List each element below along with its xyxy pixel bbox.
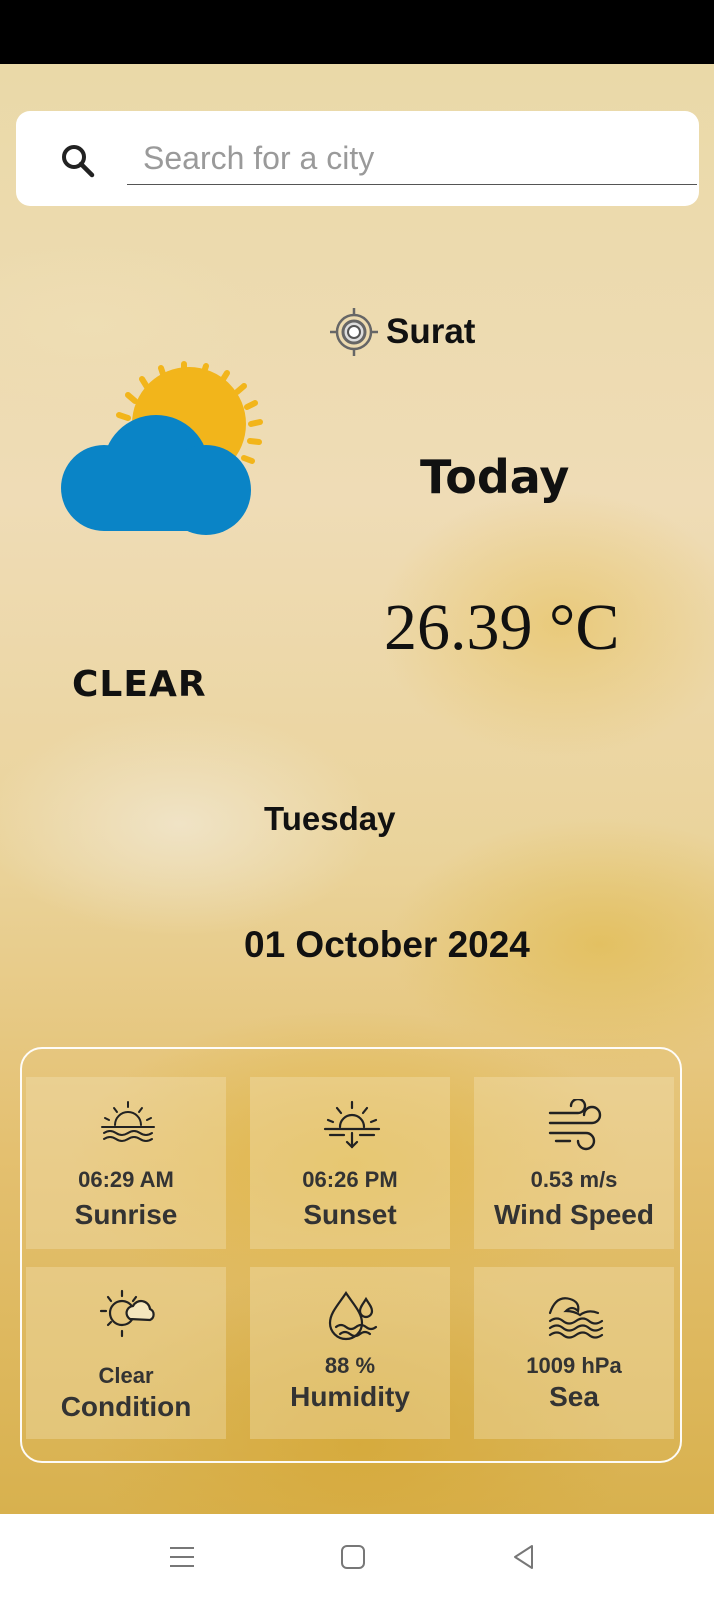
search-input[interactable] (127, 133, 697, 185)
day-of-week: Tuesday (264, 800, 396, 837)
sunrise-icon (101, 1101, 155, 1142)
current-date: 01 October 2024 (244, 924, 530, 965)
condition-text: CLEAR (72, 664, 207, 705)
sunset-value: 06:26 PM (302, 1167, 398, 1192)
wind-label: Wind Speed (494, 1199, 654, 1230)
condition-label: Condition (60, 1391, 192, 1422)
search-bar (16, 111, 699, 206)
menu-icon[interactable] (167, 1542, 197, 1572)
detail-wind: 0.53 m/s Wind Speed (474, 1077, 674, 1249)
humidity-label: Humidity (290, 1381, 410, 1412)
city-name: Surat (386, 312, 476, 351)
search-icon[interactable] (58, 141, 98, 181)
detail-sunset: 06:26 PM Sunset (250, 1077, 450, 1249)
sea-value: 1009 hPa (526, 1353, 622, 1378)
today-label: Today (420, 450, 570, 504)
wind-value: 0.53 m/s (530, 1167, 618, 1192)
detail-sea: 1009 hPa Sea (474, 1267, 674, 1439)
temperature: 26.39 °C (384, 591, 620, 664)
weather-details-card: 06:29 AM Sunrise 06:26 PM Sunset 0.53 m/… (20, 1047, 682, 1463)
sunrise-value: 06:29 AM (78, 1167, 174, 1192)
sunset-icon (323, 1100, 381, 1149)
location: Surat (328, 304, 475, 360)
sea-label: Sea (549, 1381, 599, 1412)
home-icon[interactable] (338, 1542, 368, 1572)
detail-sunrise: 06:29 AM Sunrise (26, 1077, 226, 1249)
condition-value: Clear (98, 1363, 154, 1388)
back-icon[interactable] (509, 1542, 539, 1572)
sunset-label: Sunset (303, 1199, 397, 1230)
crosshair-location-icon[interactable] (328, 306, 380, 358)
humidity-value: 88 % (324, 1353, 376, 1378)
detail-condition: Clear Condition (26, 1267, 226, 1439)
detail-humidity: 88 % Humidity (250, 1267, 450, 1439)
partly-cloudy-icon (61, 361, 263, 535)
humidity-icon (328, 1291, 378, 1341)
status-bar (0, 0, 714, 64)
system-nav-bar (0, 1514, 714, 1599)
wind-icon (548, 1099, 602, 1151)
sunrise-label: Sunrise (74, 1199, 178, 1230)
sea-waves-icon (548, 1297, 604, 1339)
cloudy-sun-icon (99, 1289, 155, 1338)
